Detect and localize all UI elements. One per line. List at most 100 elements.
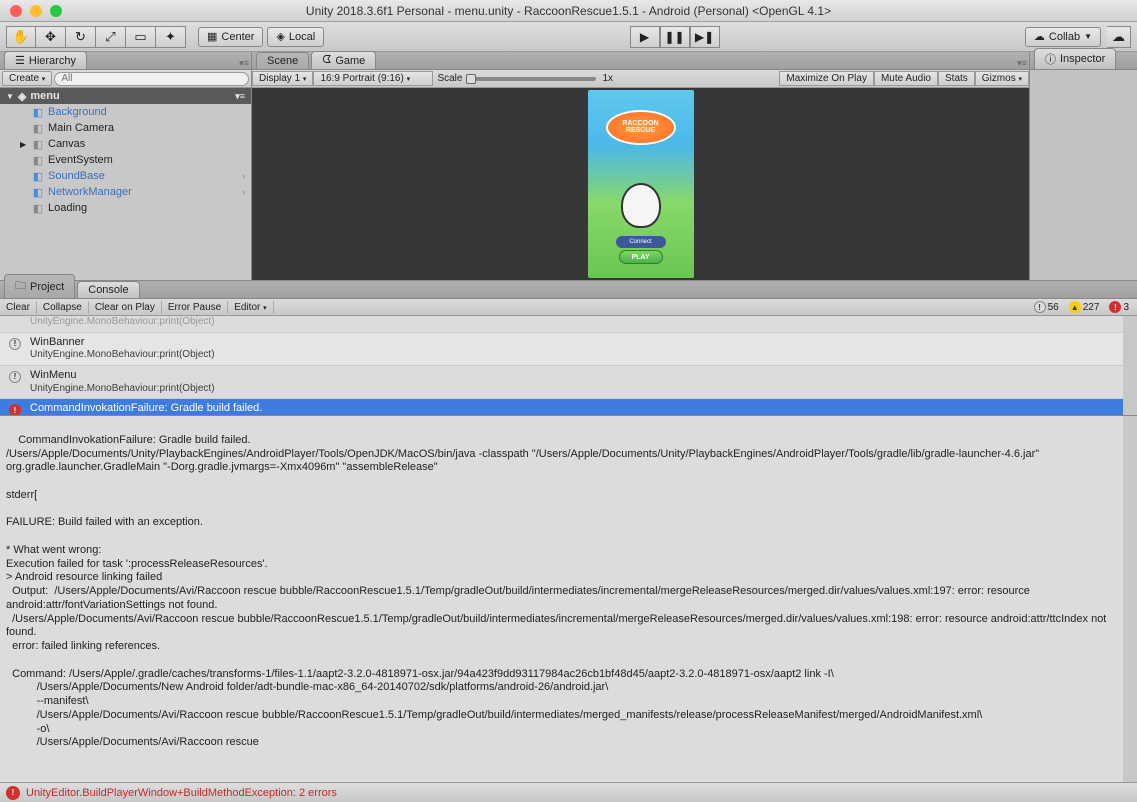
info-icon: ! — [9, 338, 21, 350]
gameobject-icon: ◧ — [32, 154, 44, 166]
scrollbar[interactable] — [1123, 416, 1137, 782]
editor-dropdown[interactable]: Editor ▾ — [228, 301, 273, 314]
console-toolbar: Clear Collapse Clear on Play Error Pause… — [0, 299, 1137, 316]
gizmos-dropdown[interactable]: Gizmos ▾ — [975, 71, 1029, 86]
window-title: Unity 2018.3.6f1 Personal - menu.unity -… — [0, 4, 1137, 18]
hierarchy-item[interactable]: ◧Main Camera — [0, 120, 251, 136]
panel-menu-icon[interactable]: ▾≡ — [1015, 58, 1029, 69]
main-toolbar: ✋ ✥ ↻ ⤢ ▭ ✦ ▦Center ◈Local ▶ ❚❚ ▶❚ ☁Coll… — [0, 22, 1137, 52]
game-panel: Scene ᗧGame ▾≡ Display 1 ▾ 16:9 Portrait… — [252, 52, 1029, 280]
game-logo: RACCOON RESCUE — [606, 110, 676, 145]
move-tool[interactable]: ✥ — [36, 26, 66, 48]
transform-tool[interactable]: ✦ — [156, 26, 186, 48]
rect-tool[interactable]: ▭ — [126, 26, 156, 48]
maximize-on-play-toggle[interactable]: Maximize On Play — [779, 71, 874, 86]
hierarchy-item[interactable]: ◧SoundBase› — [0, 168, 251, 184]
local-icon: ◈ — [276, 30, 284, 43]
status-bar: ! UnityEditor.BuildPlayerWindow+BuildMet… — [0, 782, 1137, 802]
scale-value: 1x — [596, 73, 619, 84]
warn-count[interactable]: ▲227 — [1065, 301, 1104, 313]
hand-tool[interactable]: ✋ — [6, 26, 36, 48]
game-character — [621, 183, 661, 228]
display-dropdown[interactable]: Display 1 ▾ — [252, 71, 313, 86]
local-global-toggle[interactable]: ◈Local — [267, 27, 324, 47]
console-log-list[interactable]: UnityEngine.MonoBehaviour:print(Object) … — [0, 316, 1137, 416]
clear-on-play-toggle[interactable]: Clear on Play — [89, 301, 162, 314]
hierarchy-item[interactable]: ◧Background — [0, 104, 251, 120]
error-icon: ! — [9, 404, 21, 416]
clear-button[interactable]: Clear — [0, 301, 37, 314]
scale-label: Scale — [433, 73, 466, 84]
transform-tools: ✋ ✥ ↻ ⤢ ▭ ✦ — [6, 26, 186, 48]
create-dropdown[interactable]: Create ▾ — [2, 71, 52, 86]
pivot-center-toggle[interactable]: ▦Center — [198, 27, 263, 47]
status-text: UnityEditor.BuildPlayerWindow+BuildMetho… — [26, 787, 337, 799]
chevron-down-icon: ▼ — [6, 92, 14, 101]
info-icon: ! — [1034, 301, 1046, 313]
fb-connect-button: Connect — [616, 236, 666, 248]
scrollbar[interactable] — [1123, 316, 1137, 415]
hierarchy-item[interactable]: ◧Loading — [0, 200, 251, 216]
hierarchy-tree: ◧Background ◧Main Camera ▶◧Canvas ◧Event… — [0, 104, 251, 280]
scale-slider[interactable] — [466, 77, 596, 81]
game-icon: ᗧ — [322, 54, 331, 67]
collab-button[interactable]: ☁Collab▼ — [1025, 27, 1101, 47]
center-icon: ▦ — [207, 30, 217, 43]
error-pause-toggle[interactable]: Error Pause — [162, 301, 228, 314]
hierarchy-item[interactable]: ◧EventSystem — [0, 152, 251, 168]
expand-arrow-icon[interactable]: ▶ — [20, 140, 26, 149]
tab-console[interactable]: Console — [77, 281, 139, 298]
prefab-icon: ◧ — [32, 106, 44, 118]
cloud-icon: ☁ — [1034, 30, 1045, 43]
play-button[interactable]: ▶ — [630, 26, 660, 48]
inspector-panel: ⓘInspector — [1029, 52, 1137, 280]
chevron-right-icon[interactable]: › — [242, 171, 251, 181]
hierarchy-panel: ☰Hierarchy ▾≡ Create ▾ ▼ ◈ menu ▾≡ ◧Back… — [0, 52, 252, 280]
scene-menu-icon[interactable]: ▾≡ — [235, 91, 245, 102]
gameobject-icon: ◧ — [32, 122, 44, 134]
log-entry-selected[interactable]: ! CommandInvokationFailure: Gradle build… — [0, 399, 1137, 416]
tab-hierarchy[interactable]: ☰Hierarchy — [4, 51, 87, 69]
services-button[interactable]: ☁ — [1107, 26, 1131, 48]
game-render: RACCOON RESCUE Connect PLAY — [588, 90, 694, 278]
step-button[interactable]: ▶❚ — [690, 26, 720, 48]
tab-project[interactable]: 🗀Project — [4, 274, 75, 298]
mute-audio-toggle[interactable]: Mute Audio — [874, 71, 938, 86]
collapse-toggle[interactable]: Collapse — [37, 301, 89, 314]
tab-game[interactable]: ᗧGame — [311, 51, 376, 69]
hierarchy-search-input[interactable] — [54, 72, 249, 86]
pause-button[interactable]: ❚❚ — [660, 26, 690, 48]
tab-scene[interactable]: Scene — [256, 52, 309, 69]
game-toolbar: Display 1 ▾ 16:9 Portrait (9:16) ▾ Scale… — [252, 70, 1029, 88]
log-entry[interactable]: ! WinMenuUnityEngine.MonoBehaviour:print… — [0, 366, 1137, 399]
inspector-icon: ⓘ — [1045, 51, 1056, 67]
unity-icon: ◈ — [18, 90, 26, 103]
console-detail[interactable]: CommandInvokationFailure: Gradle build f… — [0, 416, 1137, 782]
error-count[interactable]: !3 — [1105, 301, 1133, 313]
log-entry[interactable]: UnityEngine.MonoBehaviour:print(Object) — [0, 316, 1137, 333]
chevron-right-icon[interactable]: › — [242, 187, 251, 197]
folder-icon: 🗀 — [15, 277, 26, 296]
main-area: ☰Hierarchy ▾≡ Create ▾ ▼ ◈ menu ▾≡ ◧Back… — [0, 52, 1137, 280]
game-view: RACCOON RESCUE Connect PLAY — [252, 88, 1029, 280]
scene-header[interactable]: ▼ ◈ menu ▾≡ — [0, 88, 251, 104]
panel-menu-icon[interactable]: ▾≡ — [237, 58, 251, 69]
game-play-button: PLAY — [619, 250, 663, 264]
hierarchy-item[interactable]: ◧NetworkManager› — [0, 184, 251, 200]
log-entry[interactable]: ! WinBannerUnityEngine.MonoBehaviour:pri… — [0, 333, 1137, 366]
hierarchy-item[interactable]: ▶◧Canvas — [0, 136, 251, 152]
titlebar: Unity 2018.3.6f1 Personal - menu.unity -… — [0, 0, 1137, 22]
warning-icon: ▲ — [1069, 301, 1081, 313]
error-icon: ! — [6, 786, 20, 800]
rotate-tool[interactable]: ↻ — [66, 26, 96, 48]
scale-tool[interactable]: ⤢ — [96, 26, 126, 48]
gameobject-icon: ◧ — [32, 202, 44, 214]
tab-inspector[interactable]: ⓘInspector — [1034, 48, 1116, 69]
stats-toggle[interactable]: Stats — [938, 71, 975, 86]
info-icon: ! — [9, 371, 21, 383]
info-count[interactable]: !56 — [1030, 301, 1063, 313]
gameobject-icon: ◧ — [32, 138, 44, 150]
aspect-dropdown[interactable]: 16:9 Portrait (9:16) ▾ — [313, 71, 433, 86]
console-area: 🗀Project Console Clear Collapse Clear on… — [0, 280, 1137, 782]
chevron-down-icon: ▼ — [1084, 32, 1092, 41]
